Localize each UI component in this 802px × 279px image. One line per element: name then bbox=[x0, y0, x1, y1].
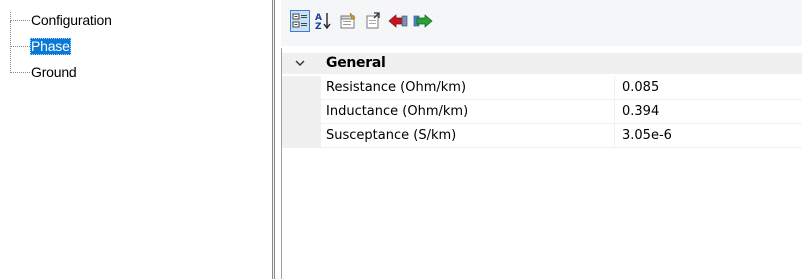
property-name: Resistance (Ohm/km) bbox=[326, 80, 467, 95]
property-pages-button[interactable] bbox=[338, 10, 358, 32]
tree-connector bbox=[10, 12, 30, 29]
grid-left-border bbox=[281, 48, 282, 279]
tree-connector bbox=[10, 38, 30, 55]
row-gutter bbox=[281, 124, 321, 148]
property-value[interactable]: 3.05e-6 bbox=[622, 128, 672, 143]
property-name: Inductance (Ohm/km) bbox=[326, 104, 469, 119]
property-row[interactable]: Susceptance (S/km) 3.05e-6 bbox=[281, 124, 802, 148]
green-arrow-icon bbox=[413, 14, 433, 28]
column-divider bbox=[614, 76, 615, 100]
property-grid: A Z General Resistance (Ohm/km) 0.085 In… bbox=[281, 0, 802, 279]
categorized-view-button[interactable] bbox=[290, 10, 310, 32]
tree-item-phase[interactable]: Phase bbox=[10, 38, 71, 55]
property-grid-toolbar: A Z bbox=[281, 0, 802, 46]
gutter-empty bbox=[281, 148, 321, 279]
alphabetical-sort-icon: A Z bbox=[315, 13, 331, 31]
export-icon bbox=[366, 12, 380, 29]
tree-trunk bbox=[10, 21, 11, 73]
category-row-general[interactable]: General bbox=[281, 53, 802, 74]
red-arrow-button[interactable] bbox=[388, 10, 408, 32]
property-row[interactable]: Resistance (Ohm/km) 0.085 bbox=[281, 76, 802, 100]
tree-item-configuration[interactable]: Configuration bbox=[10, 12, 113, 29]
property-pages-icon bbox=[340, 12, 356, 29]
categorized-view-icon bbox=[292, 13, 307, 28]
chevron-down-icon[interactable] bbox=[294, 57, 306, 69]
category-label: General bbox=[326, 55, 386, 71]
tree-item-label: Configuration bbox=[31, 12, 112, 28]
tree-item-ground[interactable]: Ground bbox=[10, 64, 78, 81]
svg-text:Z: Z bbox=[315, 22, 322, 31]
alphabetical-sort-button[interactable]: A Z bbox=[313, 10, 333, 32]
row-separator bbox=[321, 147, 802, 148]
property-name: Susceptance (S/km) bbox=[326, 128, 457, 143]
red-arrow-icon bbox=[388, 14, 408, 28]
row-gutter bbox=[281, 100, 321, 124]
column-divider bbox=[614, 124, 615, 148]
property-value[interactable]: 0.085 bbox=[622, 80, 659, 95]
tree-item-label: Phase bbox=[30, 38, 71, 55]
column-divider bbox=[614, 100, 615, 124]
pane-splitter[interactable] bbox=[272, 0, 275, 279]
tree-view: Configuration Phase Ground bbox=[0, 0, 272, 279]
property-value[interactable]: 0.394 bbox=[622, 104, 659, 119]
property-row[interactable]: Inductance (Ohm/km) 0.394 bbox=[281, 100, 802, 124]
tree-connector bbox=[10, 64, 30, 81]
tree-item-label: Ground bbox=[31, 64, 77, 80]
row-gutter bbox=[281, 76, 321, 100]
green-arrow-button[interactable] bbox=[413, 10, 433, 32]
export-button[interactable] bbox=[363, 10, 383, 32]
